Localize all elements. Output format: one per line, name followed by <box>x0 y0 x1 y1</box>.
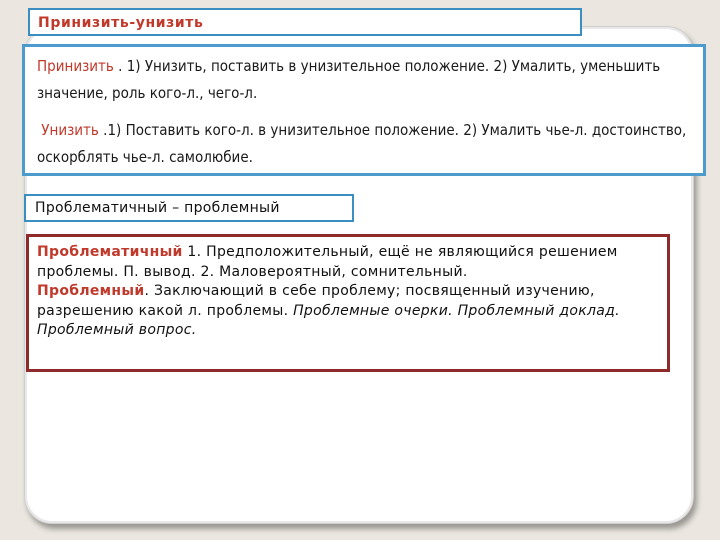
term-unizit: Унизить <box>41 121 99 139</box>
term-problematichny: Проблематичный <box>37 244 183 260</box>
definition-block-problematichny: Проблематичный 1. Предположительный, ещё… <box>26 234 670 372</box>
term-problemny: Проблемный <box>37 283 145 299</box>
definition-unizit: Унизить .1) Поставить кого-л. в унизител… <box>37 117 691 171</box>
heading-text: Проблематичный – проблемный <box>35 200 280 216</box>
term-prinizit: Принизить <box>37 57 114 75</box>
definition-block-prinizit: Принизить . 1) Унизить, поставить в униз… <box>22 44 706 176</box>
definition-prinizit: Принизить . 1) Унизить, поставить в униз… <box>37 53 691 107</box>
heading-prinizit-unizit: Принизить-унизить <box>28 8 582 36</box>
heading-problematichny-problemny: Проблематичный – проблемный <box>24 194 354 222</box>
heading-text: Принизить-унизить <box>38 15 204 31</box>
definition-unizit-text: .1) Поставить кого-л. в унизительное пол… <box>37 121 687 166</box>
definition-prinizit-text: . 1) Унизить, поставить в унизительное п… <box>37 57 661 102</box>
